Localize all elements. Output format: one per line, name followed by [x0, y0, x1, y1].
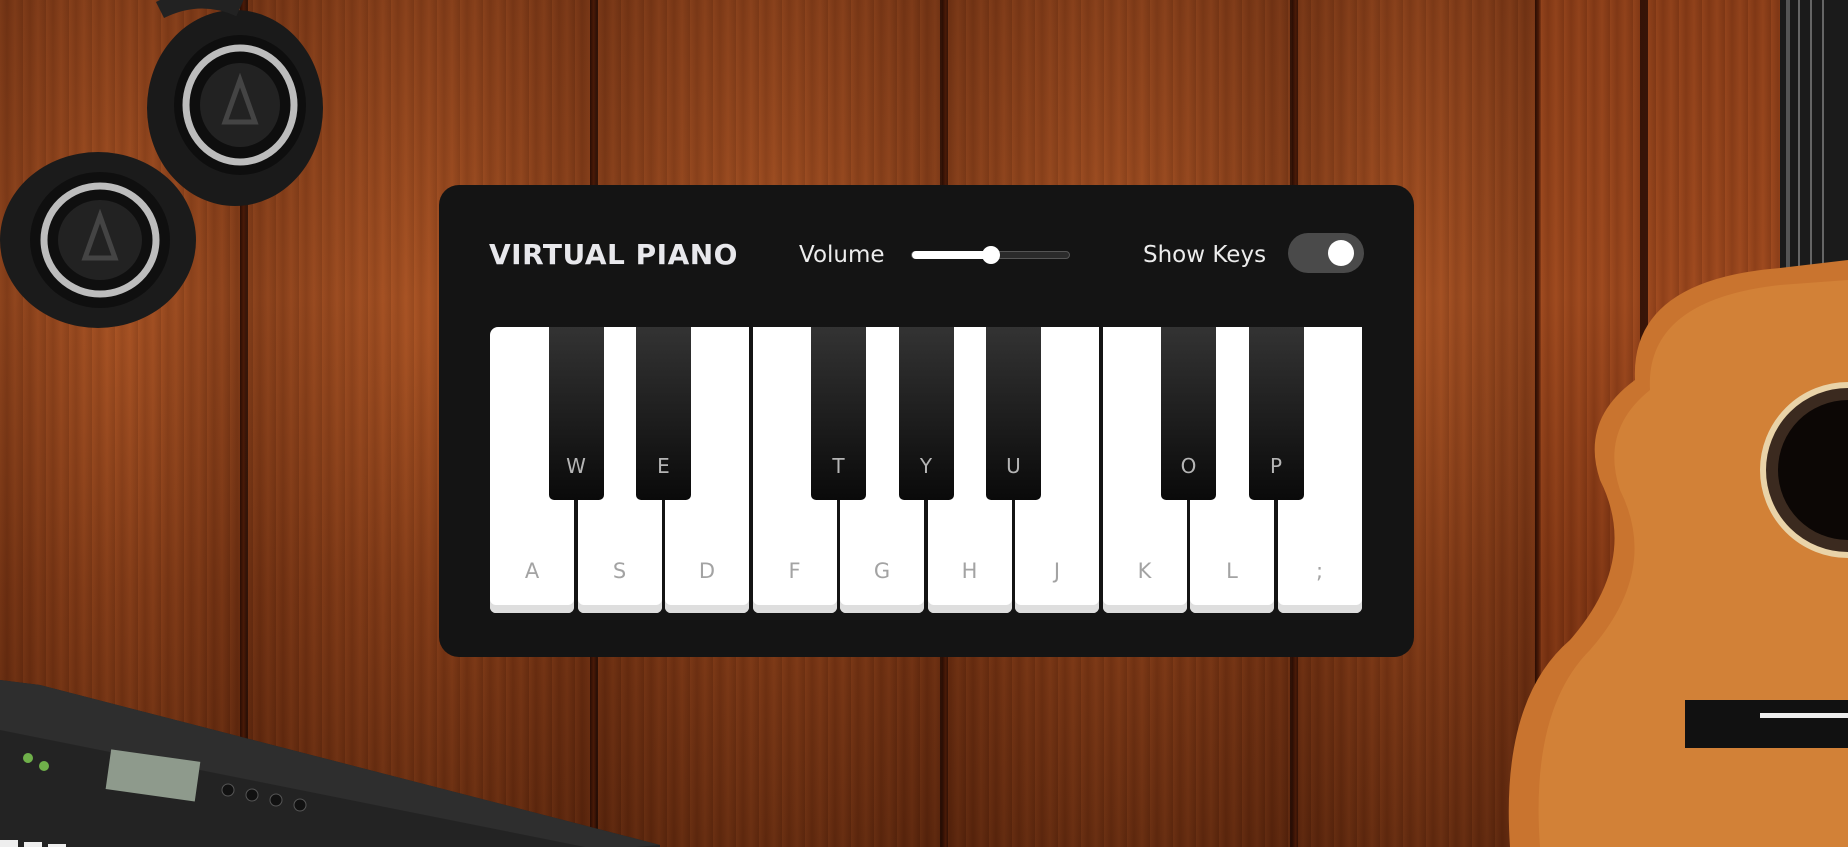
app-title: VIRTUAL PIANO: [489, 238, 738, 271]
white-key-label: H: [961, 559, 978, 583]
wooden-background: VIRTUAL PIANO Volume Show Keys A S D F G H J K L…: [0, 0, 1848, 847]
headphones-image: [0, 0, 323, 328]
black-key[interactable]: O: [1161, 327, 1216, 500]
piano-keyboard: A S D F G H J K L; W E T Y U O P: [490, 327, 1363, 613]
black-key[interactable]: E: [636, 327, 691, 500]
show-keys-label: Show Keys: [1143, 242, 1267, 268]
black-key-label: E: [657, 454, 670, 478]
black-key[interactable]: W: [548, 327, 604, 500]
volume-label: Volume: [799, 242, 885, 268]
white-key-label: A: [524, 559, 540, 583]
black-key[interactable]: T: [811, 327, 866, 500]
show-keys-toggle-knob: [1328, 240, 1354, 266]
white-key-label: G: [873, 559, 891, 583]
acoustic-guitar-image: [1508, 0, 1848, 847]
black-key-label: T: [832, 454, 845, 478]
volume-slider[interactable]: [911, 246, 1070, 264]
black-key-label: P: [1269, 454, 1283, 478]
black-key-label: U: [1006, 454, 1021, 478]
black-key[interactable]: U: [986, 327, 1041, 500]
white-key-label: S: [612, 559, 627, 583]
black-key-label: O: [1180, 454, 1197, 478]
white-key-label: J: [1053, 559, 1061, 583]
electronic-keyboard-image: [0, 680, 660, 847]
white-key-label: ;: [1315, 559, 1324, 583]
show-keys-toggle[interactable]: [1288, 233, 1364, 273]
white-key-label: L: [1226, 559, 1238, 583]
headphone-cup-upper: [147, 0, 323, 206]
white-key-label: F: [788, 559, 801, 583]
white-key-label: D: [698, 559, 716, 583]
black-key-label: Y: [919, 454, 933, 478]
white-key-label: K: [1137, 559, 1152, 583]
piano-panel: VIRTUAL PIANO Volume Show Keys A S D F G H J K L…: [439, 185, 1414, 657]
black-key[interactable]: Y: [898, 327, 954, 500]
black-key-label: W: [566, 454, 586, 478]
volume-slider-fill: [912, 251, 991, 259]
black-key[interactable]: P: [1248, 327, 1304, 500]
headphone-cup-lower: [0, 152, 196, 328]
volume-slider-thumb[interactable]: [981, 246, 1000, 264]
